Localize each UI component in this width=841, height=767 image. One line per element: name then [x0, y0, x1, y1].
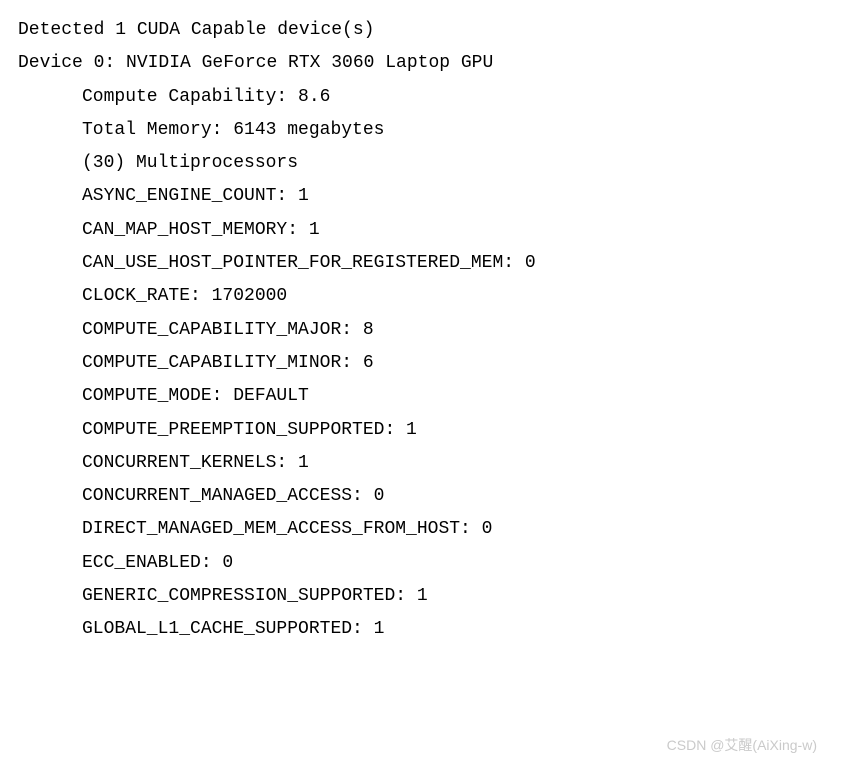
attribute-line: DIRECT_MANAGED_MEM_ACCESS_FROM_HOST: 0 — [18, 513, 823, 546]
attribute-line: GENERIC_COMPRESSION_SUPPORTED: 1 — [18, 580, 823, 613]
attribute-line: CAN_USE_HOST_POINTER_FOR_REGISTERED_MEM:… — [18, 247, 823, 280]
attribute-line: CLOCK_RATE: 1702000 — [18, 280, 823, 313]
attribute-line: COMPUTE_CAPABILITY_MAJOR: 8 — [18, 314, 823, 347]
device-name-line: Device 0: NVIDIA GeForce RTX 3060 Laptop… — [18, 47, 823, 80]
attribute-line: CONCURRENT_MANAGED_ACCESS: 0 — [18, 480, 823, 513]
multiprocessors-line: (30) Multiprocessors — [18, 147, 823, 180]
total-memory-line: Total Memory: 6143 megabytes — [18, 114, 823, 147]
attribute-line: GLOBAL_L1_CACHE_SUPPORTED: 1 — [18, 613, 823, 646]
compute-capability-line: Compute Capability: 8.6 — [18, 81, 823, 114]
detected-devices-line: Detected 1 CUDA Capable device(s) — [18, 14, 823, 47]
attribute-line: COMPUTE_MODE: DEFAULT — [18, 380, 823, 413]
attribute-line: CAN_MAP_HOST_MEMORY: 1 — [18, 214, 823, 247]
attribute-line: COMPUTE_PREEMPTION_SUPPORTED: 1 — [18, 414, 823, 447]
watermark-text: CSDN @艾醒(AiXing-w) — [667, 733, 817, 759]
attribute-line: ECC_ENABLED: 0 — [18, 547, 823, 580]
attribute-line: CONCURRENT_KERNELS: 1 — [18, 447, 823, 480]
attribute-line: ASYNC_ENGINE_COUNT: 1 — [18, 180, 823, 213]
attribute-line: COMPUTE_CAPABILITY_MINOR: 6 — [18, 347, 823, 380]
